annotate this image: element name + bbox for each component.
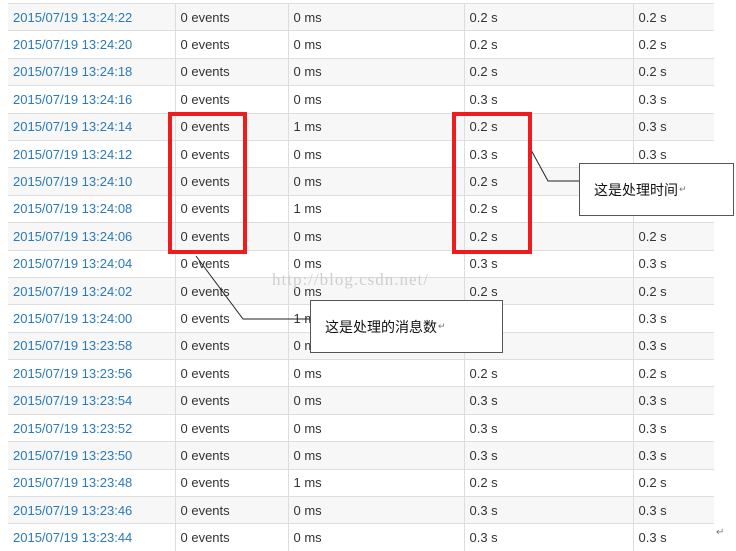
- watermark: http://blog.csdn.net/: [272, 270, 429, 290]
- return-mark-icon: ↵: [438, 322, 446, 332]
- message-count-callout: 这是处理的消息数↵: [310, 300, 503, 353]
- processing-time-callout-text: 这是处理时间: [594, 180, 678, 200]
- delay-highlight-box: [452, 112, 532, 254]
- events-highlight-box: [168, 112, 247, 254]
- message-count-callout-text: 这是处理的消息数: [325, 317, 437, 337]
- processing-time-callout: 这是处理时间↵: [579, 163, 734, 216]
- processing-time-leader: [530, 148, 580, 181]
- return-mark-icon: ↵: [716, 527, 724, 538]
- return-mark-icon: ↵: [679, 185, 687, 195]
